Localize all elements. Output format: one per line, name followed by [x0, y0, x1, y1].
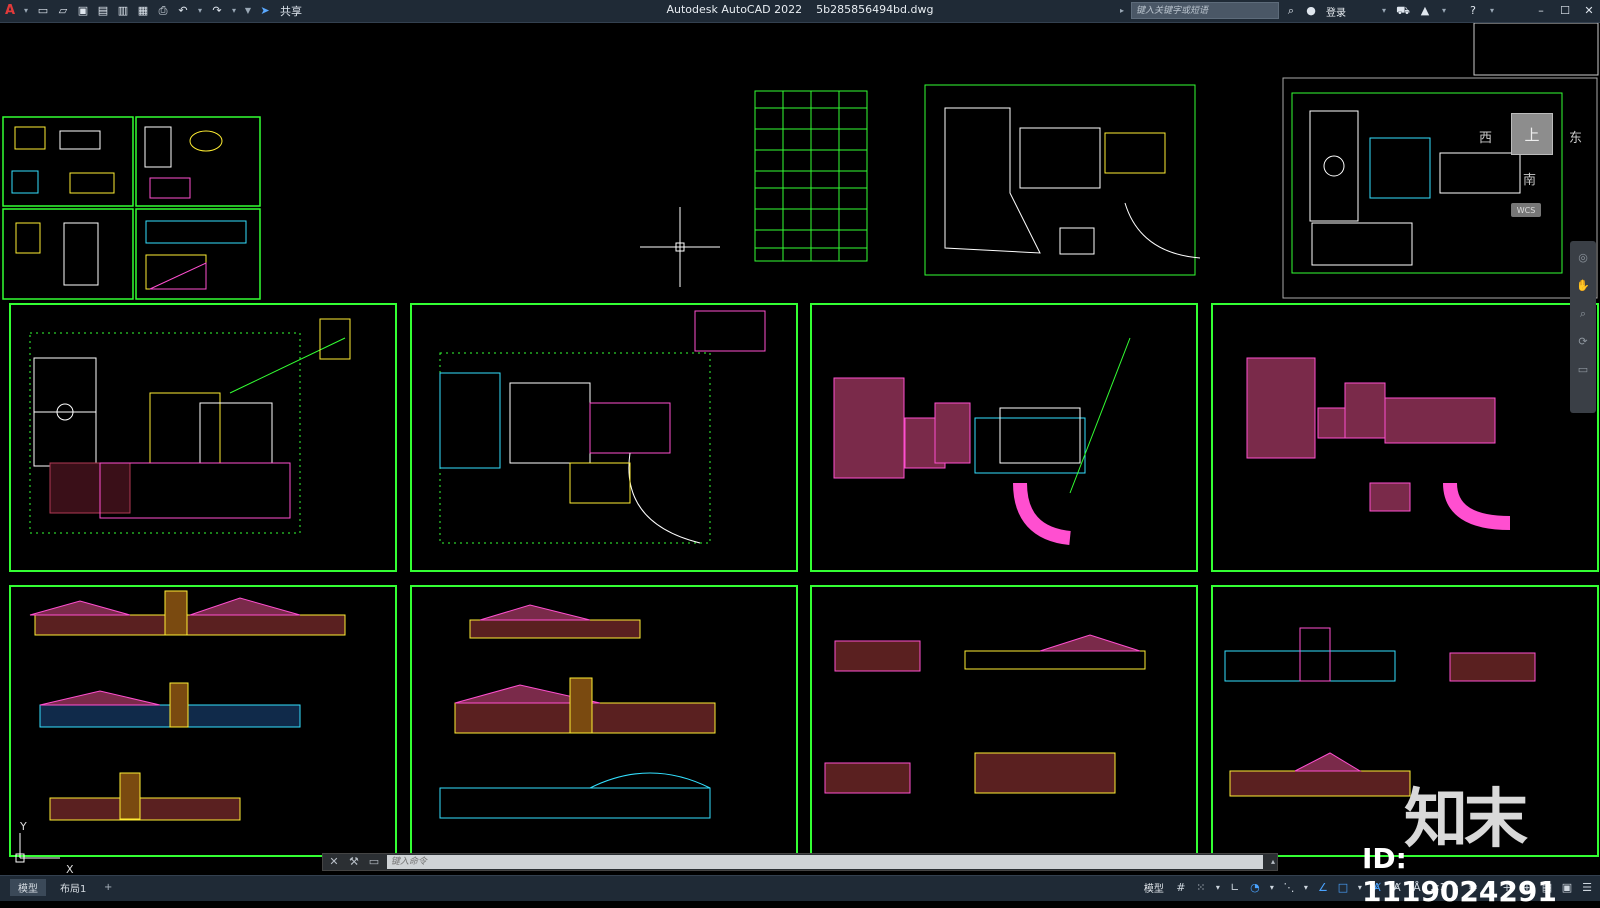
detail-drawing — [189, 130, 223, 152]
add-layout-button[interactable]: + — [96, 879, 120, 896]
minimap-frame — [1473, 23, 1599, 76]
login-button[interactable]: 登录 — [1326, 4, 1346, 19]
viewcube-west[interactable]: 西 — [1479, 127, 1492, 146]
new-icon[interactable]: ▭ — [36, 4, 50, 18]
search-input[interactable] — [1131, 2, 1279, 19]
drawing-canvas[interactable]: 西 东 南 上 WCS ◎ ✋ ⌕ ⟳ ▭ Y X — [0, 23, 1600, 875]
tab-layout1[interactable]: 布局1 — [52, 879, 94, 896]
schedule-sheet — [754, 90, 868, 262]
polar-icon[interactable]: ◔ — [1248, 881, 1262, 895]
floor-plan-2 — [439, 310, 766, 544]
zoom-icon[interactable]: ⌕ — [1576, 307, 1590, 321]
pan-icon[interactable]: ✋ — [1576, 279, 1590, 293]
save-icon[interactable]: ▣ — [76, 4, 90, 18]
cart-icon[interactable]: ⛟ — [1396, 4, 1410, 18]
detail-drawing — [63, 222, 99, 286]
search-expand-icon[interactable]: ▸ — [1118, 4, 1126, 18]
titlebar-right: ● 登录 ▾ ⛟ ▲ ▾ ? ▾ — [1304, 0, 1496, 22]
detail-drawing — [14, 126, 46, 150]
help-icon[interactable]: ? — [1466, 4, 1480, 18]
detail-sheets-content — [11, 126, 247, 290]
app-name: Autodesk AutoCAD 2022 — [666, 3, 803, 16]
model-space-button[interactable]: 模型 — [1144, 880, 1164, 895]
undo-dropdown-icon[interactable]: ▾ — [196, 4, 204, 18]
help-dropdown-icon[interactable]: ▾ — [1488, 4, 1496, 18]
saveas-icon[interactable]: ▤ — [96, 4, 110, 18]
isodraft-dropdown-icon[interactable]: ▾ — [1302, 881, 1310, 895]
floor-plan-1 — [29, 318, 351, 534]
viewcube-east[interactable]: 东 — [1569, 127, 1582, 146]
share-label[interactable]: 共享 — [280, 3, 302, 19]
customize-icon[interactable]: ▼ — [244, 4, 252, 18]
sheet-frame — [135, 116, 261, 207]
ortho-icon[interactable]: ∟ — [1228, 881, 1242, 895]
close-icon[interactable]: ✕ — [327, 855, 341, 869]
autodesk-app-icon[interactable]: ▲ — [1418, 4, 1432, 18]
print-icon[interactable]: ⎙ — [156, 4, 170, 18]
steering-wheel-icon[interactable]: ◎ — [1576, 251, 1590, 265]
navigation-bar: ◎ ✋ ⌕ ⟳ ▭ — [1570, 241, 1596, 413]
command-line: ✕ ⚒ ▭ ▴ — [322, 853, 1278, 871]
quick-access-toolbar: A ▾ ▭ ▱ ▣ ▤ ▥ ▦ ⎙ ↶ ▾ ↷ ▾ ▼ ➤ 共享 — [0, 0, 302, 22]
undo-icon[interactable]: ↶ — [176, 4, 190, 18]
maximize-icon[interactable]: ☐ — [1558, 4, 1572, 18]
detail-drawing — [145, 254, 207, 290]
polar-dropdown-icon[interactable]: ▾ — [1268, 881, 1276, 895]
app-dropdown-icon[interactable]: ▾ — [1440, 4, 1448, 18]
autocad-a-icon[interactable]: A — [4, 4, 16, 18]
command-line-scroll-icon[interactable]: ▴ — [1269, 855, 1277, 869]
share-icon[interactable]: ➤ — [258, 4, 272, 18]
viewcube-face-top[interactable]: 上 — [1511, 113, 1553, 155]
showmotion-icon[interactable]: ▭ — [1576, 363, 1590, 377]
ucs-x-label: X — [66, 863, 74, 875]
grid-icon[interactable]: # — [1174, 881, 1188, 895]
print-preview-icon[interactable]: ▦ — [136, 4, 150, 18]
detail-drawing — [145, 220, 247, 244]
snap-dropdown-icon[interactable]: ▾ — [1214, 881, 1222, 895]
viewcube[interactable]: 西 东 南 上 WCS — [1475, 83, 1585, 217]
crosshair-cursor — [640, 207, 720, 287]
detail-drawing — [11, 170, 39, 194]
detail-drawing — [59, 130, 101, 150]
snap-icon[interactable]: ⁙ — [1194, 881, 1208, 895]
drawing-svg — [2, 23, 1599, 863]
object-snap-tracking-icon[interactable]: ∠ — [1316, 881, 1330, 895]
user-icon[interactable]: ● — [1304, 4, 1318, 18]
floor-plan-3 — [833, 337, 1131, 545]
detail-drawing — [149, 177, 191, 199]
close-icon[interactable]: ✕ — [1582, 4, 1596, 18]
detail-drawing — [15, 222, 41, 254]
title-bar: A ▾ ▭ ▱ ▣ ▤ ▥ ▦ ⎙ ↶ ▾ ↷ ▾ ▼ ➤ 共享 Autodes… — [0, 0, 1600, 23]
site-plan-top — [924, 84, 1201, 276]
recent-commands-icon[interactable]: ▭ — [367, 855, 381, 869]
open-icon[interactable]: ▱ — [56, 4, 70, 18]
orbit-icon[interactable]: ⟳ — [1576, 335, 1590, 349]
redo-dropdown-icon[interactable]: ▾ — [230, 4, 238, 18]
plot-publish-icon[interactable]: ▥ — [116, 4, 130, 18]
sheet-frame — [135, 208, 261, 300]
app-menu-chevron-icon[interactable]: ▾ — [22, 4, 30, 18]
wcs-menu[interactable]: WCS — [1511, 203, 1541, 217]
window-controls: – ☐ ✕ — [1534, 0, 1596, 22]
login-dropdown-icon[interactable]: ▾ — [1380, 4, 1388, 18]
search-icon[interactable]: ⌕ — [1284, 4, 1298, 18]
detail-drawing — [69, 172, 115, 194]
detail-drawing — [144, 126, 172, 168]
ucs-icon — [15, 833, 60, 863]
minimize-icon[interactable]: – — [1534, 4, 1548, 18]
file-name: 5b285856494bd.dwg — [816, 3, 934, 16]
watermark-id: ID: 1119024291 — [1362, 842, 1557, 908]
object-snap-icon[interactable]: □ — [1336, 881, 1350, 895]
elevations-content — [29, 590, 1536, 821]
redo-icon[interactable]: ↷ — [210, 4, 224, 18]
tab-model[interactable]: 模型 — [10, 879, 46, 896]
command-input[interactable] — [386, 855, 1264, 869]
status-bar: 模型 布局1 + 模型 # ⁙ ▾ ∟ ◔ ▾ ⋱ ▾ ∠ □ ▾ Ⱥ Ⱥ Å … — [0, 875, 1600, 901]
viewcube-south[interactable]: 南 — [1523, 169, 1536, 188]
floor-plan-4 — [1246, 357, 1511, 530]
detail-drawing — [149, 262, 207, 290]
ucs-y-label: Y — [20, 820, 27, 833]
customize-wrench-icon[interactable]: ⚒ — [347, 855, 361, 869]
isodraft-icon[interactable]: ⋱ — [1282, 881, 1296, 895]
